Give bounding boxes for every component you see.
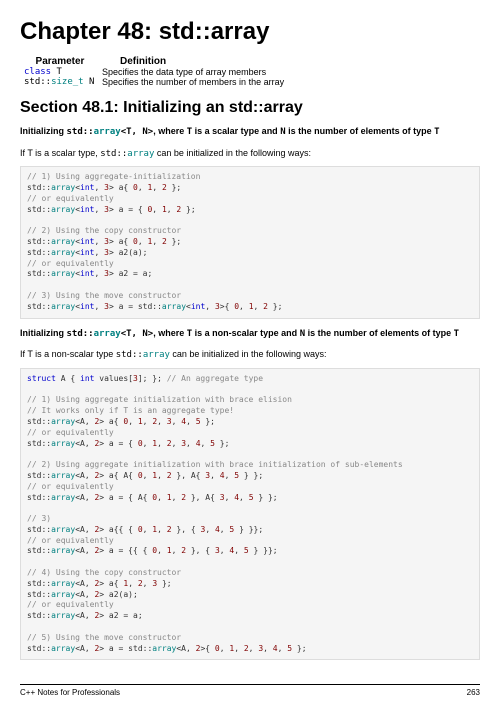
- para-init-scalar: Initializing std::array<T, N>, where T i…: [20, 125, 480, 139]
- td-param-1: class T: [20, 67, 100, 77]
- para-nonscalar-ways: If T is a non-scalar type std::array can…: [20, 348, 480, 362]
- section-title: Section 48.1: Initializing an std::array: [20, 99, 480, 117]
- page-footer: C++ Notes for Professionals 263: [20, 684, 480, 697]
- chapter-title: Chapter 48: std::array: [20, 18, 480, 46]
- td-def-1: Specifies the data type of array members: [100, 67, 266, 77]
- para-scalar-ways: If T is a scalar type, std::array can be…: [20, 147, 480, 161]
- footer-book-title: C++ Notes for Professionals: [20, 688, 120, 697]
- code-block-1: // 1) Using aggregate-initialization std…: [20, 166, 480, 318]
- code-block-2: struct A { int values[3]; }; // An aggre…: [20, 368, 480, 661]
- th-definition: Definition: [100, 56, 166, 67]
- parameter-table: Parameter Definition class T Specifies t…: [20, 56, 480, 87]
- td-def-2: Specifies the number of members in the a…: [100, 77, 284, 87]
- td-param-2: std::size_t N: [20, 77, 100, 87]
- footer-page-number: 263: [467, 688, 480, 697]
- th-parameter: Parameter: [20, 56, 100, 67]
- para-init-nonscalar: Initializing std::array<T, N>, where T i…: [20, 327, 480, 341]
